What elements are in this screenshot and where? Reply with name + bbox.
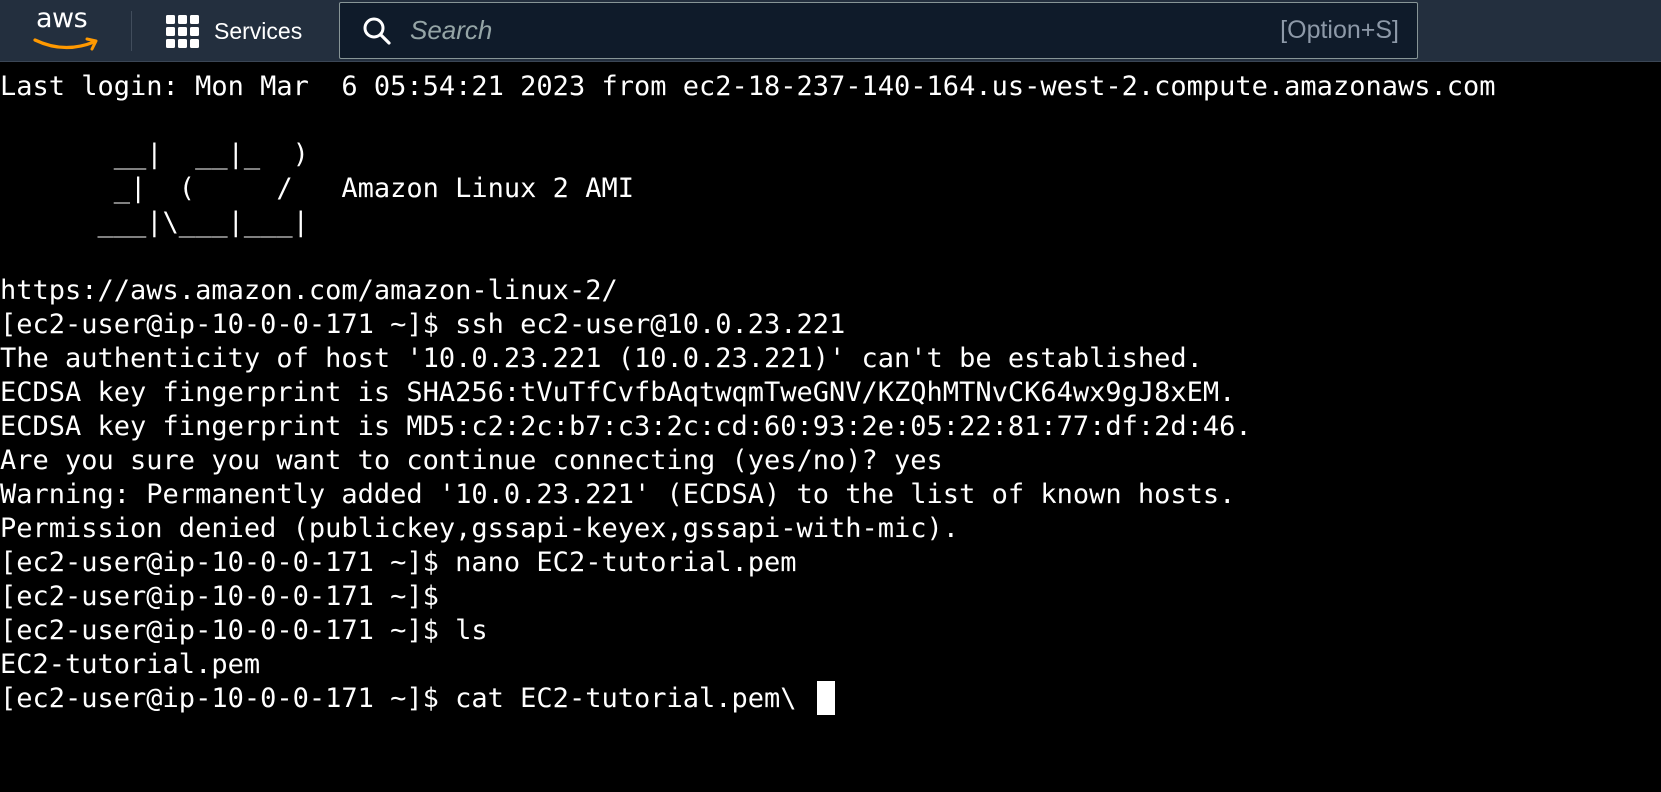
terminal-line: __| __|_ ) xyxy=(0,139,309,170)
aws-logo[interactable]: aws xyxy=(30,3,102,54)
services-grid-icon xyxy=(166,14,199,48)
services-label: Services xyxy=(214,17,303,44)
terminal-line: Permission denied (publickey,gssapi-keye… xyxy=(0,513,960,544)
terminal-line: [ec2-user@ip-10-0-0-171 ~]$ xyxy=(0,581,439,612)
terminal-prompt-line[interactable]: [ec2-user@ip-10-0-0-171 ~]$ cat EC2-tuto… xyxy=(0,681,835,717)
terminal-line: The authenticity of host '10.0.23.221 (1… xyxy=(0,343,1203,374)
aws-smile-icon xyxy=(33,37,98,51)
search-box[interactable]: [Option+S] xyxy=(339,2,1418,59)
terminal-line: ECDSA key fingerprint is SHA256:tVuTfCvf… xyxy=(0,377,1236,408)
terminal-line: Last login: Mon Mar 6 05:54:21 2023 from… xyxy=(0,74,1496,102)
terminal-cursor xyxy=(816,681,835,715)
terminal-command-text: [ec2-user@ip-10-0-0-171 ~]$ cat EC2-tuto… xyxy=(0,683,797,714)
terminal-line: [ec2-user@ip-10-0-0-171 ~]$ ssh ec2-user… xyxy=(0,309,846,340)
terminal-line: EC2-tutorial.pem xyxy=(0,649,261,680)
top-navigation-bar: aws Services [Option+S] xyxy=(0,0,1661,62)
terminal-line: _| ( / Amazon Linux 2 AMI xyxy=(0,173,634,204)
terminal-line: Warning: Permanently added '10.0.23.221'… xyxy=(0,479,1236,510)
terminal-window[interactable]: Last login: Mon Mar 6 05:54:21 2023 from… xyxy=(0,74,1661,792)
search-shortcut-hint: [Option+S] xyxy=(1280,16,1399,44)
services-menu-button[interactable]: Services xyxy=(166,14,302,48)
search-icon xyxy=(363,17,391,45)
aws-logo-text: aws xyxy=(36,3,88,34)
terminal-line: ___|\___|___| xyxy=(0,207,309,238)
terminal-line: [ec2-user@ip-10-0-0-171 ~]$ ls xyxy=(0,615,488,646)
nav-divider xyxy=(131,11,132,51)
terminal-line: https://aws.amazon.com/amazon-linux-2/ xyxy=(0,275,618,306)
search-input[interactable] xyxy=(408,9,1281,52)
terminal-line: ECDSA key fingerprint is MD5:c2:2c:b7:c3… xyxy=(0,411,1252,442)
terminal-line: [ec2-user@ip-10-0-0-171 ~]$ nano EC2-tut… xyxy=(0,547,797,578)
terminal-line: Are you sure you want to continue connec… xyxy=(0,445,943,476)
